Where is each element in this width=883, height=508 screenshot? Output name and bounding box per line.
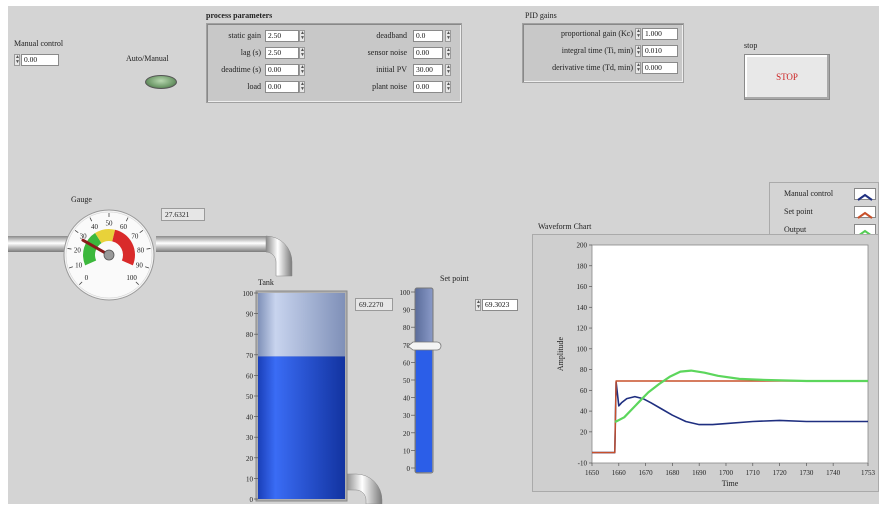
- chart-ytick-label: 60: [580, 387, 588, 395]
- tank-tick-label: 90: [246, 311, 254, 319]
- gauge-hub: [103, 249, 115, 261]
- set-point-slider[interactable]: 1009080706050403020100: [400, 287, 442, 474]
- set-point-thumb[interactable]: [407, 341, 442, 351]
- tank-tick-label: 0: [250, 496, 254, 504]
- chart-ylabel: Amplitude: [556, 336, 565, 371]
- tank-tick-label: 40: [246, 414, 254, 422]
- chart-xtick-label: 1690: [692, 469, 707, 477]
- set-point-input[interactable]: 69.3023: [482, 299, 518, 311]
- chart-xtick-label: 1660: [612, 469, 627, 477]
- gauge-tick-label: 10: [75, 261, 83, 269]
- gauge-tick-label: 40: [91, 223, 99, 231]
- legend-entry: Set point: [784, 207, 813, 216]
- chart-ytick-label: 40: [580, 408, 588, 416]
- chart-xtick-label: 1680: [665, 469, 680, 477]
- gauge-dial: 010203040 50 60708090100: [63, 209, 155, 301]
- set-point-tick-label: 50: [403, 377, 411, 385]
- gauge-readout: 27.6321: [161, 208, 205, 221]
- tank-tick-label: 60: [246, 372, 254, 380]
- chart-xtick-label: 1650: [585, 469, 600, 477]
- tank-tick-label: 80: [246, 331, 254, 339]
- set-point-tick-label: 10: [403, 447, 411, 455]
- chart-xtick-label: 1753: [861, 469, 876, 477]
- chart-ytick-label: 180: [577, 262, 588, 270]
- outlet-pipe: [345, 473, 383, 504]
- chart-ytick-label: 120: [577, 325, 588, 333]
- legend-entry: Output: [784, 225, 807, 234]
- chart-ytick-label: 140: [577, 304, 588, 312]
- tank-tick-label: 10: [246, 475, 254, 483]
- set-point-tick-label: 80: [403, 324, 411, 332]
- front-panel: Manual control ▲ ▼ 0.00 Auto/Manual proce…: [8, 6, 879, 504]
- tank-level-fill: [258, 356, 345, 499]
- inlet-pipe: [8, 236, 72, 252]
- set-point-label: Set point: [440, 274, 469, 283]
- set-point-tick-label: 40: [403, 395, 411, 403]
- gauge-tick-label: 0: [85, 274, 89, 282]
- tank-tick-label: 70: [246, 352, 254, 360]
- chart-ytick-label: 80: [580, 366, 588, 374]
- chart-ytick-label: 160: [577, 283, 588, 291]
- gauge-tick-label: 100: [126, 274, 137, 282]
- gauge-label: Gauge: [71, 195, 92, 204]
- set-point-tick-label: 20: [403, 430, 411, 438]
- chart-xtick-label: 1710: [746, 469, 761, 477]
- tank-tick-label: 100: [243, 290, 254, 298]
- chart-xtick-label: 1740: [826, 469, 841, 477]
- gauge-tick-label: 90: [136, 261, 144, 269]
- chart-legend: Manual control Set point Output: [769, 182, 879, 240]
- legend-entry: Manual control: [784, 189, 834, 198]
- chart-xtick-label: 1730: [799, 469, 814, 477]
- tank-label: Tank: [258, 278, 274, 287]
- legend-swatch[interactable]: [854, 206, 876, 219]
- chart-xlabel: Time: [722, 479, 739, 488]
- set-point-tick-label: 60: [403, 359, 411, 367]
- set-point-tick-label: 0: [407, 465, 411, 473]
- chart-ytick-label: 100: [577, 345, 588, 353]
- chart-ytick-label: 20: [580, 428, 588, 436]
- tank-readout: 69.2270: [355, 298, 393, 311]
- set-point-tick-label: 90: [403, 307, 411, 315]
- tank-tick-label: 50: [246, 393, 254, 401]
- gauge-tick-label: 20: [74, 246, 82, 254]
- plot-area[interactable]: [591, 244, 869, 464]
- tank-tick-label: 30: [246, 434, 254, 442]
- set-point-tick-label: 30: [403, 412, 411, 420]
- feed-pipe: [156, 236, 266, 252]
- gauge-tick-label: 70: [131, 233, 139, 241]
- legend-swatch[interactable]: [854, 188, 876, 201]
- chart-xtick-label: 1720: [773, 469, 788, 477]
- gauge-tick-label: 50: [106, 220, 114, 228]
- chart-title: Waveform Chart: [538, 222, 592, 231]
- set-point-fill: [416, 346, 432, 472]
- chart-ytick-label: 200: [577, 242, 588, 250]
- chart-canvas: 1650 1660 1670 1680 1690 1700 1710 1720 1730 1740…: [556, 242, 876, 489]
- gauge-tick-label: 80: [137, 246, 145, 254]
- chart-xtick-label: 1700: [719, 469, 734, 477]
- tank: 1009080706050403020100: [243, 290, 348, 504]
- waveform-chart: 1650 1660 1670 1680 1690 1700 1710 1720 1730 1740…: [532, 234, 879, 492]
- set-point-tick-label: 100: [400, 289, 411, 297]
- feed-pipe-elbow: [265, 235, 293, 277]
- tank-tick-label: 20: [246, 455, 254, 463]
- chart-xtick-label: 1670: [639, 469, 654, 477]
- set-point-stepper[interactable]: ▲ ▼: [475, 299, 481, 311]
- gauge-tick-label: 60: [120, 223, 128, 231]
- chart-ytick-label: -10: [578, 460, 588, 468]
